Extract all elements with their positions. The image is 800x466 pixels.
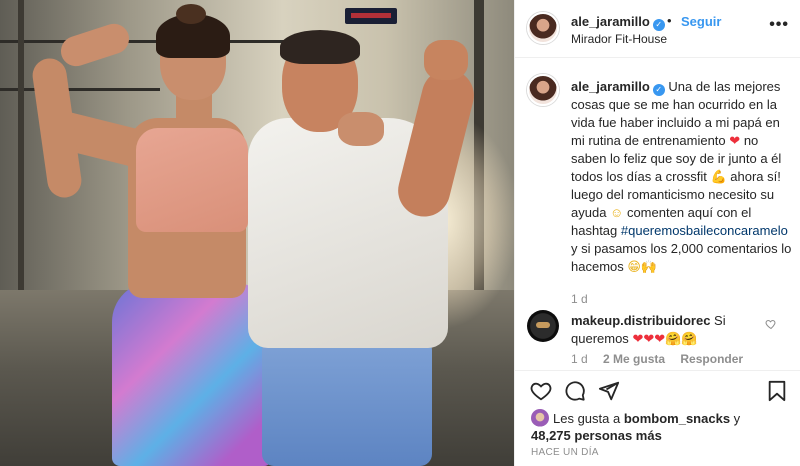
commenter-username[interactable]: makeup.distribuidorec xyxy=(571,313,710,328)
likes-connector: y xyxy=(733,411,741,426)
author-username[interactable]: ale_jaramillo ✓ xyxy=(571,14,665,31)
others-likes-link[interactable]: 48,275 personas más xyxy=(531,428,662,443)
man-shorts xyxy=(262,338,432,466)
comment-time[interactable]: 1 d xyxy=(571,352,588,366)
location-link[interactable]: Mirador Fit-House xyxy=(571,32,667,46)
commenter-avatar[interactable] xyxy=(527,310,559,342)
more-options-icon[interactable]: ••• xyxy=(769,16,789,34)
comment-emojis: ❤❤❤🤗🤗 xyxy=(632,331,698,346)
hashtag-link[interactable]: #queremosbaileconcaramelo xyxy=(621,223,788,238)
comments-section[interactable]: ale_jaramillo ✓ Una de las mejores cosas … xyxy=(515,58,800,370)
flexed-biceps-emoji-icon: 💪 xyxy=(710,169,727,184)
verified-badge-icon: ✓ xyxy=(652,19,665,31)
roof-beam xyxy=(0,40,300,43)
likes-prefix: Les gusta a xyxy=(553,411,621,426)
first-liker-username[interactable]: bombom_snacks xyxy=(624,411,730,426)
caption-username[interactable]: ale_jaramillo ✓ xyxy=(571,79,665,96)
gym-rig-post xyxy=(18,0,24,300)
liker-avatar[interactable] xyxy=(531,409,549,427)
comment-likes-count[interactable]: 2 Me gusta xyxy=(603,352,665,366)
separator-dot: • xyxy=(667,13,672,28)
woman-hand xyxy=(338,112,384,146)
caption-text: ale_jaramillo ✓ Una de las mejores cosas … xyxy=(571,78,793,276)
caption-author-avatar[interactable] xyxy=(527,74,559,106)
man-fist xyxy=(424,40,468,80)
heart-emoji-icon: ❤ xyxy=(729,133,741,148)
post-timestamp[interactable]: HACE UN DÍA xyxy=(531,447,599,458)
smile-emoji-icon: ☺ xyxy=(610,205,624,220)
woman-hair-bun xyxy=(176,4,206,24)
caption-part: y si pasamos los 2,000 comentarios lo ha… xyxy=(571,241,792,274)
reply-button[interactable]: Responder xyxy=(680,352,743,366)
caption-time[interactable]: 1 d xyxy=(571,292,588,306)
post-photo[interactable] xyxy=(0,0,514,466)
author-avatar[interactable] xyxy=(527,12,559,44)
likes-summary: Les gusta a bombom_snacks y 48,275 perso… xyxy=(531,409,740,444)
share-icon[interactable] xyxy=(597,379,621,403)
grin-raised-hands-emoji-icon: 😁🙌 xyxy=(627,259,658,274)
post-actions: Les gusta a bombom_snacks y 48,275 perso… xyxy=(515,370,800,466)
gym-sign xyxy=(345,8,397,24)
follow-button[interactable]: Seguir xyxy=(681,14,721,29)
woman-sports-bra xyxy=(136,128,248,232)
comment-meta: 1 d 2 Me gusta Responder xyxy=(571,352,755,366)
man-hair xyxy=(280,30,360,64)
comment-text: makeup.distribuidorec Si queremos ❤❤❤🤗🤗 xyxy=(571,312,771,348)
bookmark-icon[interactable] xyxy=(765,379,789,403)
heart-icon[interactable] xyxy=(529,379,553,403)
roof-beam xyxy=(0,88,160,91)
comment-like-icon[interactable] xyxy=(765,318,777,333)
post-header: ale_jaramillo ✓ • Seguir Mirador Fit-Hous… xyxy=(515,0,800,58)
comment-icon[interactable] xyxy=(563,379,587,403)
verified-badge-icon: ✓ xyxy=(652,84,665,96)
post-sidebar: ale_jaramillo ✓ • Seguir Mirador Fit-Hous… xyxy=(514,0,800,466)
